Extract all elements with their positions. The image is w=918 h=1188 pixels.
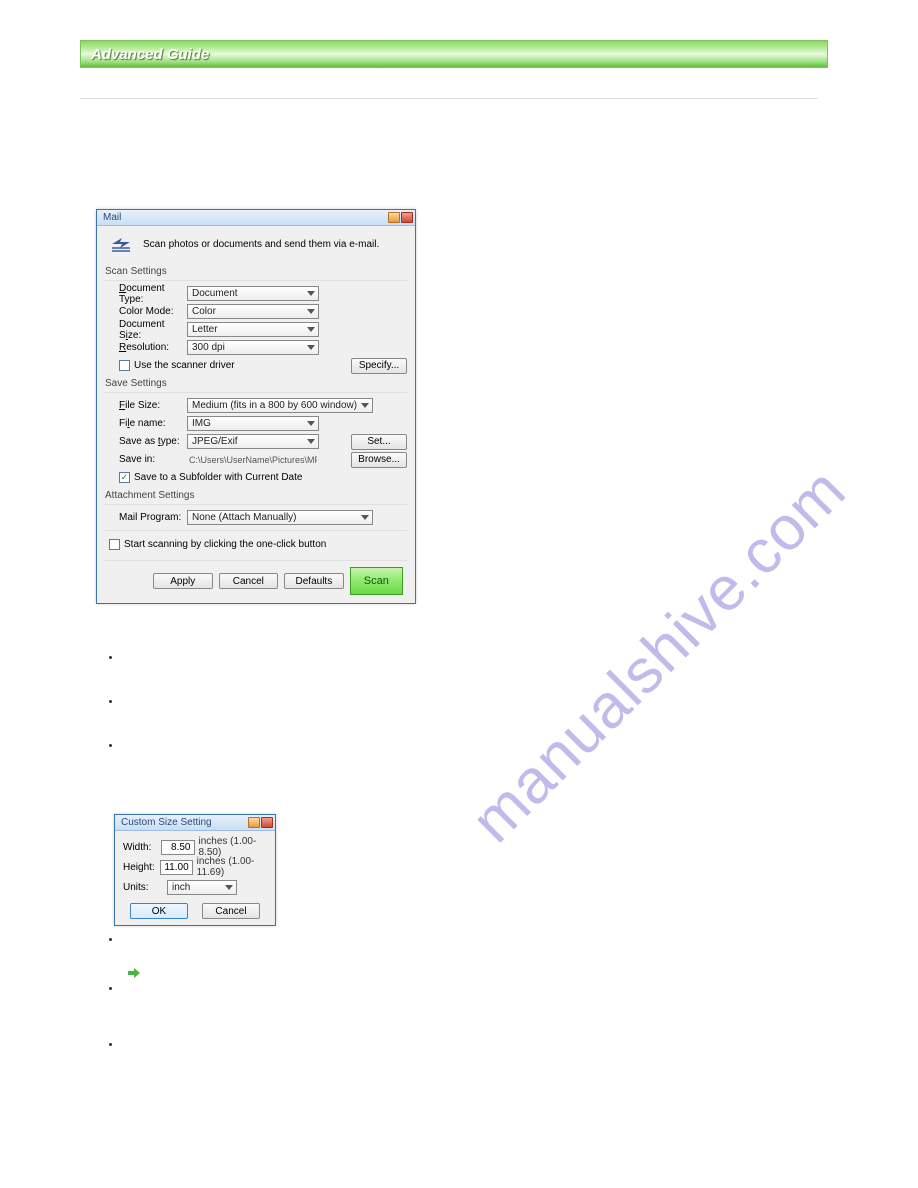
help-icon[interactable] xyxy=(248,817,260,828)
content-list-3 xyxy=(80,983,828,1079)
subfolder-label: Save to a Subfolder with Current Date xyxy=(134,472,302,483)
doc-size-label: Document Size: xyxy=(105,319,187,341)
ok-button[interactable]: OK xyxy=(130,903,188,919)
use-driver-checkbox[interactable] xyxy=(119,360,130,371)
list-item xyxy=(122,740,828,808)
mail-dialog-title: Mail xyxy=(103,212,121,223)
cancel-button[interactable]: Cancel xyxy=(219,573,279,589)
list-item xyxy=(122,983,828,1039)
custom-size-titlebar: Custom Size Setting xyxy=(115,815,275,831)
mail-dialog-titlebar: Mail xyxy=(97,210,415,226)
help-icon[interactable] xyxy=(388,212,400,223)
oneclick-checkbox[interactable] xyxy=(109,539,120,550)
banner-title: Advanced Guide xyxy=(91,46,209,63)
save-settings-header: Save Settings xyxy=(105,378,407,389)
width-range: inches (1.00-8.50) xyxy=(199,836,268,858)
mail-program-select[interactable]: None (Attach Manually) xyxy=(187,510,373,525)
height-range: inches (1.00-11.69) xyxy=(197,856,267,878)
resolution-select[interactable]: 300 dpi xyxy=(187,340,319,355)
height-label: Height: xyxy=(123,862,156,873)
color-mode-select[interactable]: Color xyxy=(187,304,319,319)
apply-button[interactable]: Apply xyxy=(153,573,213,589)
resolution-label: Resolution: xyxy=(105,342,187,353)
use-driver-label: Use the scanner driver xyxy=(134,360,235,371)
doc-type-select[interactable]: Document xyxy=(187,286,319,301)
scan-button[interactable]: Scan xyxy=(350,567,403,595)
units-label: Units: xyxy=(123,882,163,893)
divider xyxy=(80,98,818,99)
mail-dialog: Mail Scan photos or documents and send t… xyxy=(96,209,416,604)
oneclick-label: Start scanning by clicking the one-click… xyxy=(124,539,326,550)
width-input[interactable]: 8.50 xyxy=(161,840,195,855)
close-icon[interactable] xyxy=(261,817,273,828)
color-mode-label: Color Mode: xyxy=(105,306,187,317)
defaults-button[interactable]: Defaults xyxy=(284,573,344,589)
custom-size-title: Custom Size Setting xyxy=(121,817,212,828)
attach-settings-header: Attachment Settings xyxy=(105,490,407,501)
file-size-select[interactable]: Medium (fits in a 800 by 600 window) xyxy=(187,398,373,413)
cancel-button[interactable]: Cancel xyxy=(202,903,260,919)
content-list xyxy=(80,652,828,808)
custom-size-dialog: Custom Size Setting Width: 8.50 inches (… xyxy=(114,814,276,926)
browse-button[interactable]: Browse... xyxy=(351,452,407,468)
save-type-label: Save as type: xyxy=(105,436,187,447)
arrow-icon xyxy=(128,968,140,978)
save-type-select[interactable]: JPEG/Exif xyxy=(187,434,319,449)
width-label: Width: xyxy=(123,842,157,853)
save-in-path: C:\Users\UserName\Pictures\MP Navigat xyxy=(187,455,317,465)
list-item xyxy=(122,1039,828,1079)
file-name-select[interactable]: IMG xyxy=(187,416,319,431)
file-size-label: File Size: xyxy=(105,400,187,411)
save-in-label: Save in: xyxy=(105,454,187,465)
list-item xyxy=(122,934,828,964)
list-item xyxy=(122,652,828,696)
subfolder-checkbox[interactable] xyxy=(119,472,130,483)
mail-program-label: Mail Program: xyxy=(105,512,187,523)
scan-settings-header: Scan Settings xyxy=(105,266,407,277)
content-list-2 xyxy=(80,934,828,964)
units-select[interactable]: inch xyxy=(167,880,237,895)
close-icon[interactable] xyxy=(401,212,413,223)
list-item xyxy=(122,696,828,740)
file-name-label: File name: xyxy=(105,418,187,429)
height-input[interactable]: 11.00 xyxy=(160,860,193,875)
set-button[interactable]: Set... xyxy=(351,434,407,450)
app-logo-icon xyxy=(109,234,133,254)
mail-intro-text: Scan photos or documents and send them v… xyxy=(143,239,379,250)
specify-button[interactable]: Specify... xyxy=(351,358,407,374)
page-banner: Advanced Guide xyxy=(80,40,828,68)
doc-type-label: Document Type: xyxy=(105,283,187,305)
doc-size-select[interactable]: Letter xyxy=(187,322,319,337)
